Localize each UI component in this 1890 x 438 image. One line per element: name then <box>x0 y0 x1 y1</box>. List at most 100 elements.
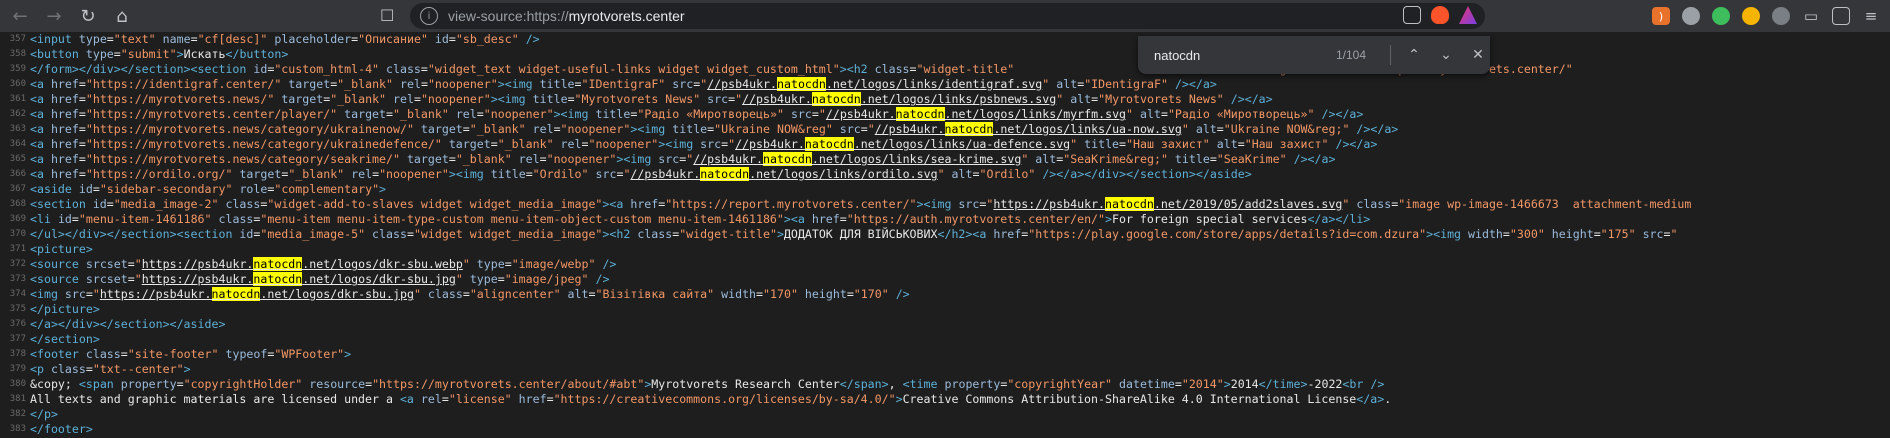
line-number: 370 <box>9 229 26 239</box>
line-source: All texts and graphic materials are lice… <box>30 392 1392 406</box>
site-info-icon[interactable]: i <box>420 7 438 25</box>
line-number: 381 <box>9 394 26 404</box>
home-icon[interactable]: ⌂ <box>108 2 136 30</box>
line-number: 376 <box>9 319 26 329</box>
line-number: 377 <box>9 334 26 344</box>
rss-icon[interactable]: ) <box>1652 7 1670 25</box>
line-number: 361 <box>9 94 26 104</box>
line-number: 379 <box>9 364 26 374</box>
url-prefix: view-source:https:// <box>448 8 569 24</box>
line-number: 368 <box>9 199 26 209</box>
sidebar-icon[interactable] <box>1832 7 1850 25</box>
line-source: </ul></div></section><section id="media_… <box>30 227 1678 241</box>
line-number: 360 <box>9 79 26 89</box>
code-line: 372 <source srcset="https://psb4ukr.natoc… <box>0 257 1890 272</box>
extension-icon-1[interactable] <box>1682 7 1700 25</box>
code-line: 373 <source srcset="https://psb4ukr.natoc… <box>0 272 1890 287</box>
line-source: <p class="txt--center"> <box>30 362 191 376</box>
bookmark-icon[interactable]: ☐ <box>380 6 394 25</box>
line-number: 365 <box>9 154 26 164</box>
line-source: <a href="https://identigraf.center/" tar… <box>30 77 1217 91</box>
code-line: 368 <section id="media_image-2" class="wi… <box>0 197 1890 212</box>
line-number: 363 <box>9 124 26 134</box>
line-source: <a href="https://myrotvorets.news/catego… <box>30 122 1399 136</box>
line-number: 369 <box>9 214 26 224</box>
code-line: 374 <img src="https://psb4ukr.natocdn.net… <box>0 287 1890 302</box>
line-source: <aside id="sidebar-secondary" role="comp… <box>30 182 387 196</box>
code-line: 371 <picture> <box>0 242 1890 257</box>
extension-icon-3[interactable] <box>1742 7 1760 25</box>
code-line: 379 <p class="txt--center"> <box>0 362 1890 377</box>
extensions-area: ) ▭ ≡ <box>1652 7 1880 25</box>
code-line: 367 <aside id="sidebar-secondary" role="c… <box>0 182 1890 197</box>
url-text[interactable]: view-source:https://myrotvorets.center <box>448 8 685 24</box>
menu-icon[interactable]: ≡ <box>1862 7 1880 25</box>
code-line: 380 &copy; <span property="copyrightHolde… <box>0 377 1890 392</box>
find-next-icon[interactable]: ⌄ <box>1437 47 1455 63</box>
code-line: 378 <footer class="site-footer" typeof="W… <box>0 347 1890 362</box>
line-source: <li id="menu-item-1461186" class="menu-i… <box>30 212 1371 226</box>
line-number: 359 <box>9 64 26 74</box>
code-line: 377 </section> <box>0 332 1890 347</box>
puzzle-icon[interactable]: ▭ <box>1802 7 1820 25</box>
find-previous-icon[interactable]: ⌃ <box>1405 47 1423 63</box>
line-source: </a></div></section></aside> <box>30 317 226 331</box>
url-host: myrotvorets.center <box>568 8 685 24</box>
code-line: 370 </ul></div></section><section id="med… <box>0 227 1890 242</box>
find-bar: natocdn 1/104 ⌃ ⌄ ✕ <box>1138 36 1490 74</box>
line-number: 375 <box>9 304 26 314</box>
find-input[interactable]: natocdn <box>1154 48 1304 63</box>
extension-icon-2[interactable] <box>1712 7 1730 25</box>
line-number: 382 <box>9 409 26 419</box>
browser-toolbar: ← → ↻ ⌂ ☐ i view-source:https://myrotvor… <box>0 0 1890 32</box>
line-source: <source srcset="https://psb4ukr.natocdn.… <box>30 257 617 271</box>
line-number: 362 <box>9 109 26 119</box>
code-line: 364 <a href="https://myrotvorets.news/cat… <box>0 137 1890 152</box>
extension-icon-4[interactable] <box>1772 7 1790 25</box>
line-source: </picture> <box>30 302 100 316</box>
line-number: 358 <box>9 49 26 59</box>
line-number: 364 <box>9 139 26 149</box>
find-close-icon[interactable]: ✕ <box>1469 47 1487 63</box>
source-code-view: 357 <input type="text" name="cf[desc]" pl… <box>0 32 1890 438</box>
line-source: <img src="https://psb4ukr.natocdn.net/lo… <box>30 287 910 301</box>
line-number: 373 <box>9 274 26 284</box>
line-source: <a href="https://myrotvorets.news/catego… <box>30 152 1336 166</box>
line-number: 371 <box>9 244 26 254</box>
code-line: 375 </picture> <box>0 302 1890 317</box>
line-source: <a href="https://myrotvorets.news/catego… <box>30 137 1378 151</box>
code-line: 366 <a href="https://ordilo.org/" target=… <box>0 167 1890 182</box>
line-source: <a href="https://myrotvorets.center/play… <box>30 107 1364 121</box>
code-line: 369 <li id="menu-item-1461186" class="men… <box>0 212 1890 227</box>
line-number: 366 <box>9 169 26 179</box>
line-number: 374 <box>9 289 26 299</box>
code-line: 382 </p> <box>0 407 1890 422</box>
brave-shield-icon[interactable] <box>1431 6 1449 24</box>
line-source: <footer class="site-footer" typeof="WPFo… <box>30 347 352 361</box>
forward-arrow-icon[interactable]: → <box>40 2 68 30</box>
find-match-count: 1/104 <box>1336 48 1367 62</box>
reload-icon[interactable]: ↻ <box>74 2 102 30</box>
address-bar[interactable]: i view-source:https://myrotvorets.center <box>410 3 1485 29</box>
line-number: 383 <box>9 424 26 434</box>
screenshot-icon[interactable] <box>1403 6 1421 24</box>
back-arrow-icon[interactable]: ← <box>6 2 34 30</box>
line-source: <source srcset="https://psb4ukr.natocdn.… <box>30 272 610 286</box>
line-number: 372 <box>9 259 26 269</box>
brave-rewards-icon[interactable] <box>1459 6 1477 24</box>
line-source: <section id="media_image-2" class="widge… <box>30 197 1692 211</box>
code-line: 359 </form></div></section><section id="c… <box>0 62 1890 77</box>
code-line: 362 <a href="https://myrotvorets.center/p… <box>0 107 1890 122</box>
line-source: </p> <box>30 407 58 421</box>
code-line: 381 All texts and graphic materials are l… <box>0 392 1890 407</box>
line-number: 357 <box>9 34 26 44</box>
line-source: <button type="submit">Искать</button> <box>30 47 289 61</box>
line-source: <a href="https://ordilo.org/" target="_b… <box>30 167 1252 181</box>
code-line: 376 </a></div></section></aside> <box>0 317 1890 332</box>
line-source: </section> <box>30 332 100 346</box>
code-line: 361 <a href="https://myrotvorets.news/" t… <box>0 92 1890 107</box>
code-line: 383 </footer> <box>0 422 1890 437</box>
line-number: 380 <box>9 379 26 389</box>
code-line: 360 <a href="https://identigraf.center/" … <box>0 77 1890 92</box>
code-line: 358 <button type="submit">Искать</button> <box>0 47 1890 62</box>
